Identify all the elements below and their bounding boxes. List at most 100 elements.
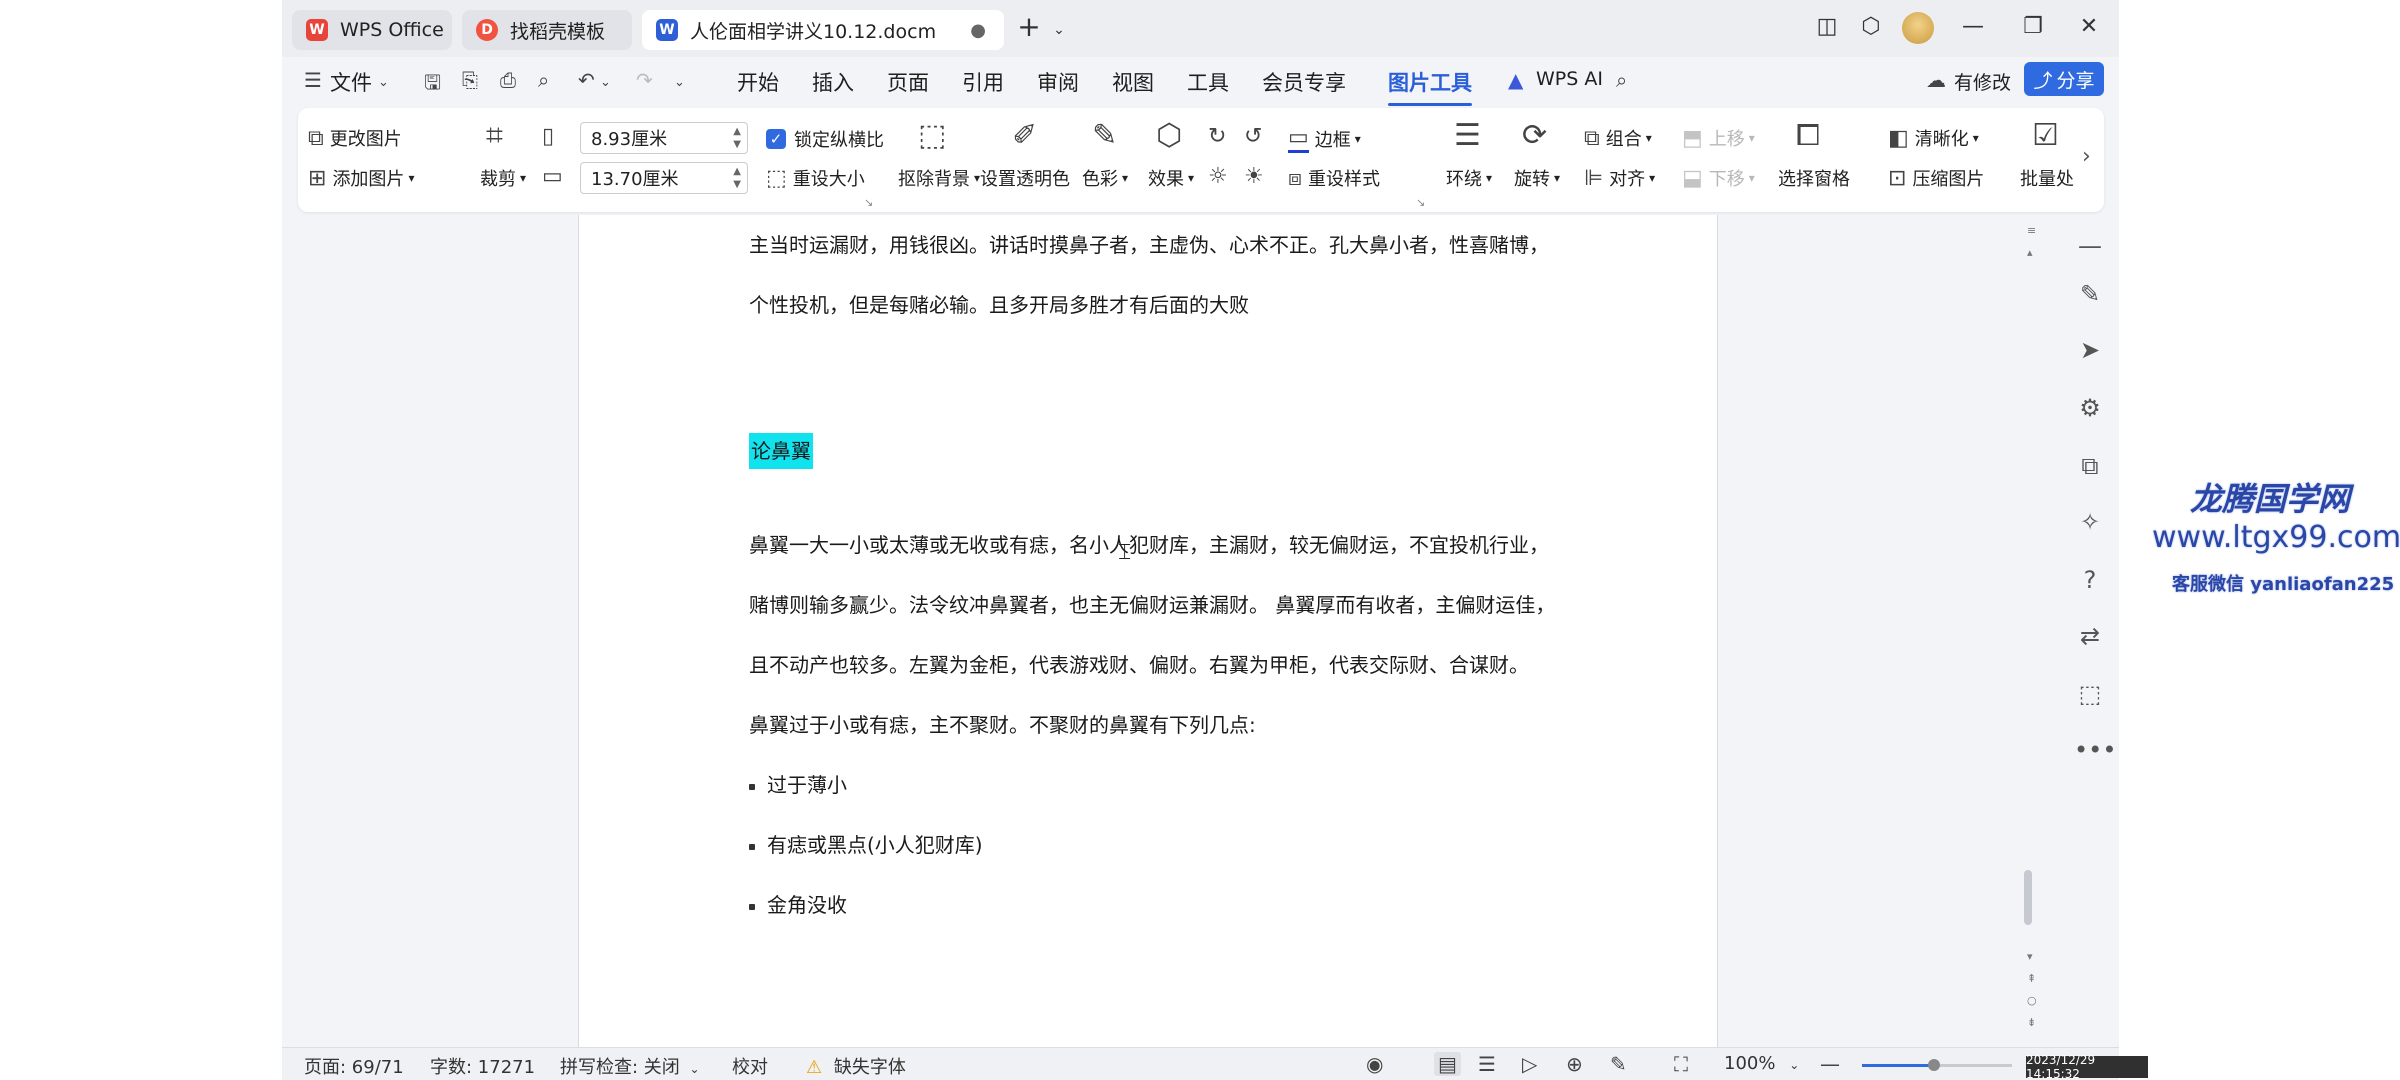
share-button[interactable]: ⤴ 分享 [2024,62,2104,96]
print-icon[interactable]: ⎙ [500,68,516,92]
print-preview-icon[interactable]: ⌕ [538,68,549,92]
menu-view[interactable]: 视图 [1112,67,1154,97]
reset-style-button[interactable]: ⧈ 重设样式 [1288,165,1380,191]
image-edit-icon[interactable]: ⧉ [2074,452,2106,480]
menu-insert[interactable]: 插入 [812,67,854,97]
file-menu[interactable]: 文件 [330,67,372,97]
scroll-split-icon[interactable]: ≡ [2027,224,2036,237]
scroll-down-icon[interactable]: ▾ [2027,950,2033,963]
wrap-button[interactable]: 环绕 ▾ [1446,165,1492,191]
rotate-icon[interactable]: ⟳ [1522,118,1547,153]
width-input[interactable]: 13.70厘米 ▲ ▼ [580,162,748,194]
document-page[interactable]: 主当时运漏财，用钱很凶。讲话时摸鼻子者，主虚伪、心术不正。孔大鼻小者，性喜赌博，… [578,215,1718,1047]
rotate-button[interactable]: 旋转 ▾ [1514,165,1560,191]
cloud-sync-icon[interactable]: ☁ [1926,68,1946,92]
redo-icon[interactable]: ↷ [636,68,653,92]
wps-ai-button[interactable]: WPS AI [1536,68,1603,90]
menu-page[interactable]: 页面 [887,67,929,97]
eye-protection-icon[interactable]: ◉ [1366,1052,1383,1076]
batch-process-icon[interactable]: ☑ [2032,118,2059,153]
selection-pane-button[interactable]: 选择窗格 [1778,165,1850,191]
zoom-slider-handle[interactable] [1928,1059,1940,1071]
tab-close-dot-icon[interactable]: ● [970,20,986,41]
spinner-icon[interactable]: ▲ ▼ [733,165,741,191]
file-chevron-icon[interactable]: ⌄ [378,75,389,90]
brightness-icon[interactable]: ☼ [1208,164,1234,189]
scroll-up-icon[interactable]: ▴ [2027,246,2033,259]
set-transparent-color-button[interactable]: 设置透明色 [980,165,1070,191]
crop-button[interactable]: 裁剪 ▾ [480,165,526,191]
menu-picture-tools[interactable]: 图片工具 [1388,67,1472,106]
move-up-button[interactable]: ⬒ 上移 ▾ [1682,125,1755,151]
hamburger-icon[interactable]: ☰ [304,68,322,92]
web-view-icon[interactable]: ⊕ [1566,1052,1583,1076]
select-browse-object-icon[interactable]: ○ [2027,994,2037,1007]
undo-icon[interactable]: ↶ [578,68,595,92]
play-icon[interactable]: ▷ [1522,1052,1537,1076]
move-down-button[interactable]: ⬓ 下移 ▾ [1682,165,1755,191]
word-count[interactable]: 字数: 17271 [430,1053,535,1079]
window-layout-icon[interactable]: ◫ [1812,14,1842,39]
help-icon[interactable]: ? [2074,566,2106,594]
color-button[interactable]: 色彩 ▾ [1082,165,1128,191]
avatar[interactable] [1902,12,1934,44]
selection-pane-icon[interactable]: ⧠ [1796,118,1820,153]
tab-document[interactable]: W 人伦面相学讲义10.12.docm ● [642,10,1004,50]
page-view-icon[interactable]: ▤ [1434,1052,1461,1076]
contrast-icon[interactable]: ☀ [1244,164,1270,189]
compress-picture-button[interactable]: ⊡ 压缩图片 [1888,165,1984,191]
prev-page-icon[interactable]: ⇞ [2027,972,2036,985]
add-picture-button[interactable]: ⊞ 添加图片 ▾ [308,165,414,191]
transparent-color-icon[interactable]: ✐ [1012,118,1037,153]
write-mode-icon[interactable]: ✎ [1610,1052,1627,1076]
ribbon-scroll-right-icon[interactable]: › [2082,144,2091,169]
group-button[interactable]: ⧉ 组合 ▾ [1584,125,1652,151]
tab-docer-templates[interactable]: D 找稻壳模板 [462,10,632,50]
crop-icon[interactable]: ⌗ [486,118,503,153]
magic-tools-icon[interactable]: ✧ [2074,508,2106,536]
height-input[interactable]: 8.93厘米 ▲ ▼ [580,122,748,154]
spellcheck-status[interactable]: 拼写检查: 关闭 ⌄ [560,1053,700,1079]
rotate-right-icon[interactable]: ↺ [1244,124,1268,149]
reset-size-button[interactable]: ⬚ 重设大小 [766,165,865,191]
modified-status[interactable]: 有修改 [1954,68,2011,95]
menu-membership[interactable]: 会员专享 [1262,67,1346,97]
rotate-left-icon[interactable]: ↻ [1208,124,1232,149]
zoom-level[interactable]: 100% ⌄ [1724,1053,1799,1074]
undo-chevron-icon[interactable]: ⌄ [600,75,611,90]
translate-icon[interactable]: ⇄ [2074,622,2106,650]
outline-view-icon[interactable]: ☰ [1478,1052,1496,1076]
change-picture-button[interactable]: ⧉ 更改图片 [308,125,402,151]
export-icon[interactable]: ⎘ [462,68,478,92]
pen-icon[interactable]: ✎ [2074,280,2106,308]
proofread-button[interactable]: 校对 [732,1053,768,1079]
more-icon[interactable]: ••• [2074,736,2116,764]
select-pointer-icon[interactable]: ➤ [2074,336,2106,364]
sharpen-button[interactable]: ◧ 清晰化 ▾ [1888,125,1979,151]
save-icon[interactable]: 🖫 [424,68,441,102]
tab-wps-office[interactable]: W WPS Office [292,10,452,50]
menu-tools[interactable]: 工具 [1187,67,1229,97]
tab-list-chevron-icon[interactable]: ⌄ [1044,22,1074,38]
wrap-text-icon[interactable]: ☰ [1454,118,1481,153]
zoom-out-icon[interactable]: — [1820,1052,1840,1076]
wps-ai-icon[interactable]: ▲ [1508,68,1523,92]
group-launcher-icon[interactable]: ↘ [864,196,873,209]
restore-icon[interactable]: ❐ [2018,14,2048,39]
page-indicator[interactable]: 页面: 69/71 [304,1053,404,1079]
align-button[interactable]: ⊫ 对齐 ▾ [1584,165,1655,191]
menu-references[interactable]: 引用 [962,67,1004,97]
border-button[interactable]: ▭ 边框 ▾ [1288,125,1361,153]
remove-background-icon[interactable]: ⬚ [918,118,946,153]
color-icon[interactable]: ✎ [1092,118,1117,153]
effect-button[interactable]: 效果 ▾ [1148,165,1194,191]
minimize-icon[interactable]: — [1958,14,1988,39]
new-tab-plus-icon[interactable]: + [1014,10,1044,43]
quick-access-more-icon[interactable]: ⌄ [674,75,685,90]
collapse-panel-icon[interactable]: — [2074,232,2106,260]
menu-review[interactable]: 审阅 [1037,67,1079,97]
image-tools-icon[interactable]: ⬚ [2074,680,2106,708]
scrollbar-thumb[interactable] [2024,870,2032,925]
group-launcher-icon[interactable]: ↘ [1416,196,1425,209]
lock-aspect-ratio-checkbox[interactable]: ✓ 锁定纵横比 [766,126,884,152]
